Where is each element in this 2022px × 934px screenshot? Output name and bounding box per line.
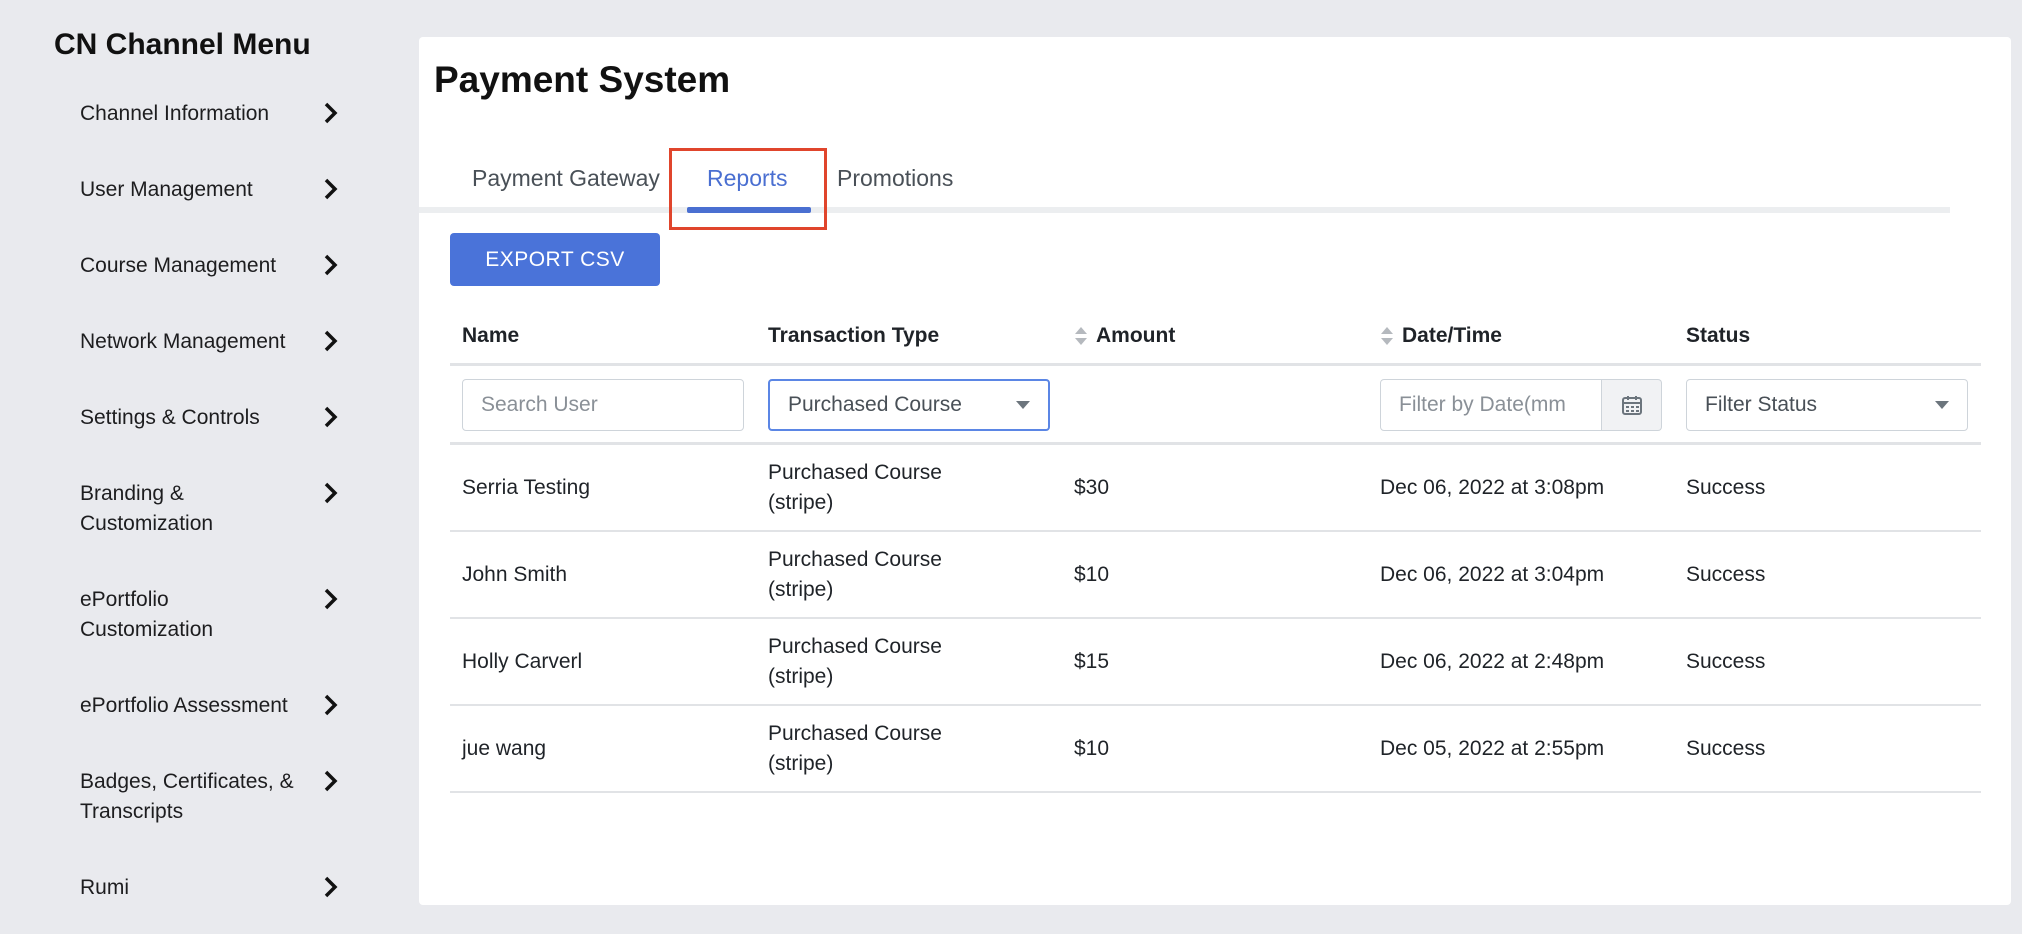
chevron-right-icon — [324, 694, 338, 716]
column-header-amount[interactable]: Amount — [1074, 324, 1175, 348]
chevron-right-icon — [324, 406, 338, 428]
sidebar-item-label: Rumi — [80, 876, 130, 899]
column-header-label: Name — [462, 324, 520, 347]
transaction-type-selected: Purchased Course — [788, 393, 962, 416]
table-cell-type-line: Purchased Course — [768, 722, 942, 745]
table-cell-status: Success — [1686, 476, 1766, 499]
chevron-right-icon — [324, 254, 338, 276]
calendar-button[interactable] — [1602, 379, 1662, 431]
sidebar-item-settings-controls[interactable]: Settings & Controls — [80, 403, 340, 433]
caret-down-icon — [1016, 401, 1030, 409]
sidebar-item-label: Branding & Customization — [80, 482, 214, 535]
table-cell-amount: $10 — [1074, 563, 1110, 586]
sidebar-item-eportfolio-customization[interactable]: ePortfolio Customization — [80, 585, 340, 645]
tabs-divider — [419, 207, 1950, 213]
table-cell-type-line: Purchased Course — [768, 461, 942, 484]
table-cell-type-line: (stripe) — [768, 578, 834, 601]
status-filter-placeholder: Filter Status — [1705, 393, 1818, 416]
table-row-divider — [450, 704, 1981, 706]
chevron-right-icon — [324, 330, 338, 352]
table-cell-amount: $30 — [1074, 476, 1110, 499]
table-cell-name: Serria Testing — [462, 476, 591, 499]
table-cell-type-line: (stripe) — [768, 491, 834, 514]
table-cell-type-line: (stripe) — [768, 752, 834, 775]
table-row-divider — [450, 530, 1981, 532]
column-header-name[interactable]: Name — [462, 324, 519, 348]
column-header-status[interactable]: Status — [1686, 324, 1750, 348]
sidebar-item-rumi[interactable]: Rumi — [80, 873, 340, 903]
chevron-right-icon — [324, 770, 338, 792]
chevron-right-icon — [324, 482, 338, 504]
table-cell-datetime: Dec 06, 2022 at 3:08pm — [1380, 476, 1605, 499]
sidebar-item-channel-information[interactable]: Channel Information — [80, 99, 340, 129]
table-cell-amount: $15 — [1074, 650, 1110, 673]
table-cell-type: Purchased Course (stripe) — [768, 632, 988, 692]
table-cell-type-line: Purchased Course — [768, 548, 942, 571]
sidebar-item-label: ePortfolio Customization — [80, 588, 214, 641]
table-row-divider — [450, 791, 1981, 793]
column-header-transaction-type[interactable]: Transaction Type — [768, 324, 939, 348]
sidebar-item-course-management[interactable]: Course Management — [80, 251, 340, 281]
page-title: Payment System — [434, 59, 731, 100]
sidebar-item-branding-customization[interactable]: Branding & Customization — [80, 479, 340, 539]
sidebar-item-user-management[interactable]: User Management — [80, 175, 340, 205]
table-header-divider — [450, 363, 1981, 366]
table-cell-type: Purchased Course (stripe) — [768, 719, 988, 779]
sidebar: CN Channel Menu Channel Information User… — [0, 0, 400, 934]
table-filter-divider — [450, 442, 1981, 445]
table-cell-status: Success — [1686, 650, 1766, 673]
sort-icon — [1075, 327, 1087, 345]
sidebar-item-eportfolio-assessment[interactable]: ePortfolio Assessment — [80, 691, 340, 721]
sidebar-item-label: Course Management — [80, 254, 277, 277]
sidebar-item-label: Network Management — [80, 330, 286, 353]
chevron-right-icon — [324, 588, 338, 610]
sort-icon — [1381, 327, 1393, 345]
sidebar-item-label: ePortfolio Assessment — [80, 694, 288, 717]
table-cell-type: Purchased Course (stripe) — [768, 458, 988, 518]
transaction-type-select[interactable]: Purchased Course — [768, 379, 1050, 431]
sidebar-item-badges-certificates-transcripts[interactable]: Badges, Certificates, & Transcripts — [80, 767, 340, 827]
table-cell-amount: $10 — [1074, 737, 1110, 760]
sidebar-item-label: Channel Information — [80, 102, 270, 125]
table-cell-type-line: Purchased Course — [768, 635, 942, 658]
chevron-right-icon — [324, 102, 338, 124]
column-header-datetime[interactable]: Date/Time — [1380, 324, 1502, 348]
highlight-annotation — [669, 148, 827, 230]
main-panel: Payment System Payment Gateway Reports P… — [419, 37, 2011, 905]
chevron-right-icon — [324, 178, 338, 200]
chevron-right-icon — [324, 876, 338, 898]
table-cell-datetime: Dec 05, 2022 at 2:55pm — [1380, 737, 1605, 760]
caret-down-icon — [1935, 401, 1949, 409]
tab-payment-gateway[interactable]: Payment Gateway — [472, 165, 660, 192]
table-cell-name: jue wang — [462, 737, 547, 760]
column-header-label: Status — [1686, 324, 1751, 347]
column-header-label: Date/Time — [1402, 324, 1502, 347]
sidebar-item-label: User Management — [80, 178, 253, 201]
column-header-label: Amount — [1096, 324, 1176, 347]
date-filter-input[interactable] — [1380, 379, 1602, 431]
search-user-input[interactable] — [462, 379, 744, 431]
sidebar-item-label: Badges, Certificates, & Transcripts — [80, 770, 294, 823]
sidebar-item-network-management[interactable]: Network Management — [80, 327, 340, 357]
status-filter-select[interactable]: Filter Status — [1686, 379, 1968, 431]
table-cell-type-line: (stripe) — [768, 665, 834, 688]
column-header-label: Transaction Type — [768, 324, 940, 347]
table-cell-name: John Smith — [462, 563, 568, 586]
table-cell-status: Success — [1686, 737, 1766, 760]
table-cell-status: Success — [1686, 563, 1766, 586]
table-cell-name: Holly Carverl — [462, 650, 583, 673]
table-cell-type: Purchased Course (stripe) — [768, 545, 988, 605]
table-cell-datetime: Dec 06, 2022 at 3:04pm — [1380, 563, 1605, 586]
table-row-divider — [450, 617, 1981, 619]
tab-promotions[interactable]: Promotions — [837, 165, 953, 192]
sidebar-title: CN Channel Menu — [54, 28, 311, 61]
export-csv-button[interactable]: EXPORT CSV — [450, 233, 660, 286]
calendar-icon — [1621, 396, 1642, 415]
table-cell-datetime: Dec 06, 2022 at 2:48pm — [1380, 650, 1605, 673]
sidebar-item-label: Settings & Controls — [80, 406, 260, 429]
